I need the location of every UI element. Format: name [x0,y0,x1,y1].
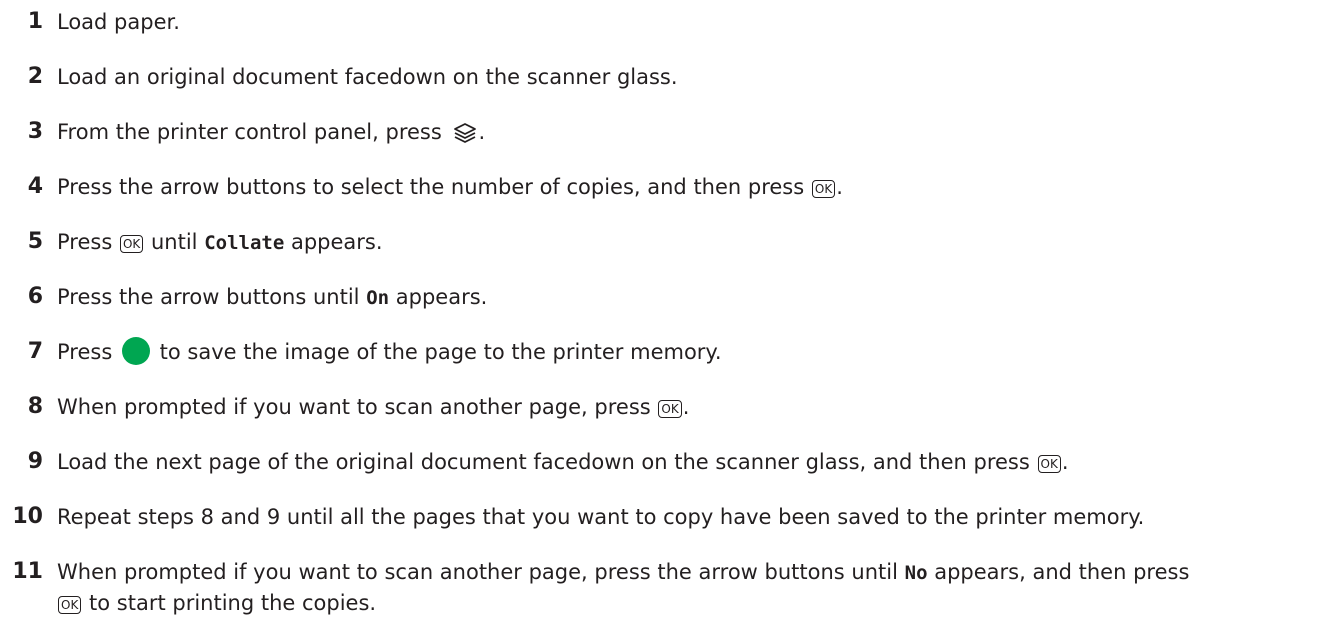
step-text-end: . [1061,450,1069,474]
step-text-content: When prompted if you want to scan anothe… [57,560,898,584]
ok-key-icon: OK [58,596,82,614]
step-text-content: Press [57,340,113,364]
ok-key-icon: OK [658,400,682,418]
step-text-content: When prompted if you want to scan anothe… [57,395,651,419]
step-text: Load the next page of the original docum… [57,447,1327,477]
step-text: When prompted if you want to scan anothe… [57,557,1327,618]
step-number: 2 [27,64,43,89]
step-text-content: From the printer control panel, press [57,120,442,144]
copy-layers-icon [452,121,478,153]
step-number: 6 [27,284,43,309]
step-text-content: Press the arrow buttons until [57,285,360,309]
step-number: 11 [12,559,43,584]
display-message: Collate [204,232,285,254]
step-text-end: . [478,120,486,144]
step-number: 10 [12,504,43,529]
step-text-content: Load the next page of the original docum… [57,450,1030,474]
step-text: Press OK until Collate appears. [57,227,1327,258]
step-text-content: Load an original document facedown on th… [57,65,678,89]
step-number: 4 [27,174,43,199]
step-text-end: appears. [395,285,488,309]
step-text: Load an original document facedown on th… [57,62,1327,92]
step-number: 9 [27,449,43,474]
ok-key-icon: OK [1037,455,1061,473]
step-text: Press to save the image of the page to t… [57,337,1327,367]
step-text-end: . [836,175,843,199]
step-text-content: Load paper. [57,10,180,34]
step-text: Press the arrow buttons until On appears… [57,282,1327,313]
step-text: Press the arrow buttons to select the nu… [57,172,1327,202]
step-number: 3 [27,119,43,144]
step-number: 7 [27,339,43,364]
step-number: 1 [27,9,43,34]
step-text-end: . [682,395,690,419]
ok-key-icon: OK [119,235,144,253]
ok-key-icon: OK [811,180,836,198]
step-text-mid: until [150,230,198,254]
display-message: On [366,287,390,309]
step-text: Repeat steps 8 and 9 until all the pages… [57,502,1327,532]
step-number: 5 [27,229,43,254]
display-message: No [904,562,928,584]
step-text-content: Repeat steps 8 and 9 until all the pages… [57,505,1145,529]
step-text: From the printer control panel, press . [57,117,1327,153]
step-text-content: Press the arrow buttons to select the nu… [57,175,805,199]
step-text: When prompted if you want to scan anothe… [57,392,1327,422]
step-text-end: to save the image of the page to the pri… [159,340,722,364]
step-number: 8 [27,394,43,419]
step-text: Load paper. [57,7,1327,37]
start-button-icon [121,337,150,365]
step-text-end: appears. [290,230,383,254]
step-text-content: Press [57,230,113,254]
step-text-mid: appears, and then press [934,560,1190,584]
step-text-end: to start printing the copies. [89,591,377,615]
